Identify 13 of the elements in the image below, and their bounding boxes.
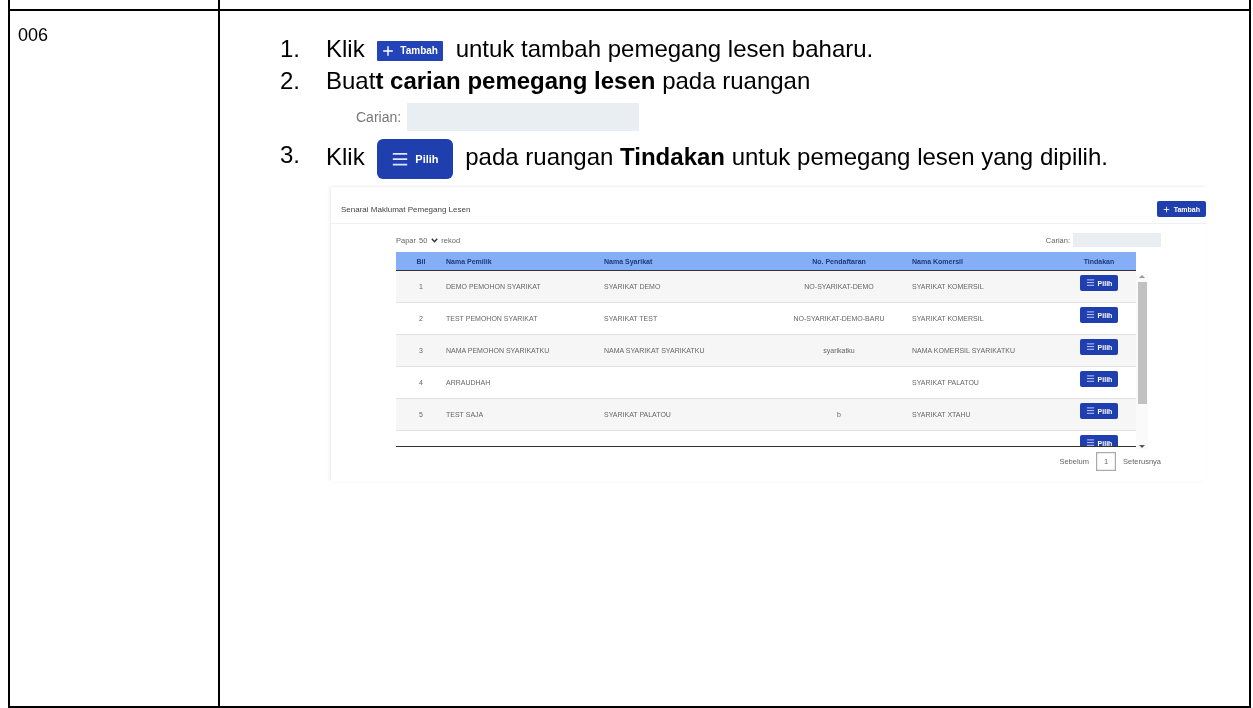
select-button[interactable]: Pilih	[377, 139, 453, 179]
step-text: untuk tambah pemegang lesen baharu.	[455, 35, 874, 62]
step-number: 3.	[280, 140, 301, 170]
step-number: 1.	[280, 34, 301, 64]
search-label: Carian:	[356, 108, 402, 127]
add-button[interactable]: Tambah	[377, 40, 443, 61]
step-number: 2.	[280, 66, 301, 96]
step-text: Klik	[326, 35, 365, 62]
list-title: Senarai Maklumat Pemegang Lesen	[341, 204, 471, 214]
step-text: Klik	[326, 143, 365, 171]
step-text: pada ruangan Tindakan untuk pemegang lesen yang dipilih.	[465, 143, 1108, 171]
row-number: 006	[18, 25, 49, 45]
step-text: Buatt carian pemegang lesen pada ruangan	[326, 67, 811, 94]
